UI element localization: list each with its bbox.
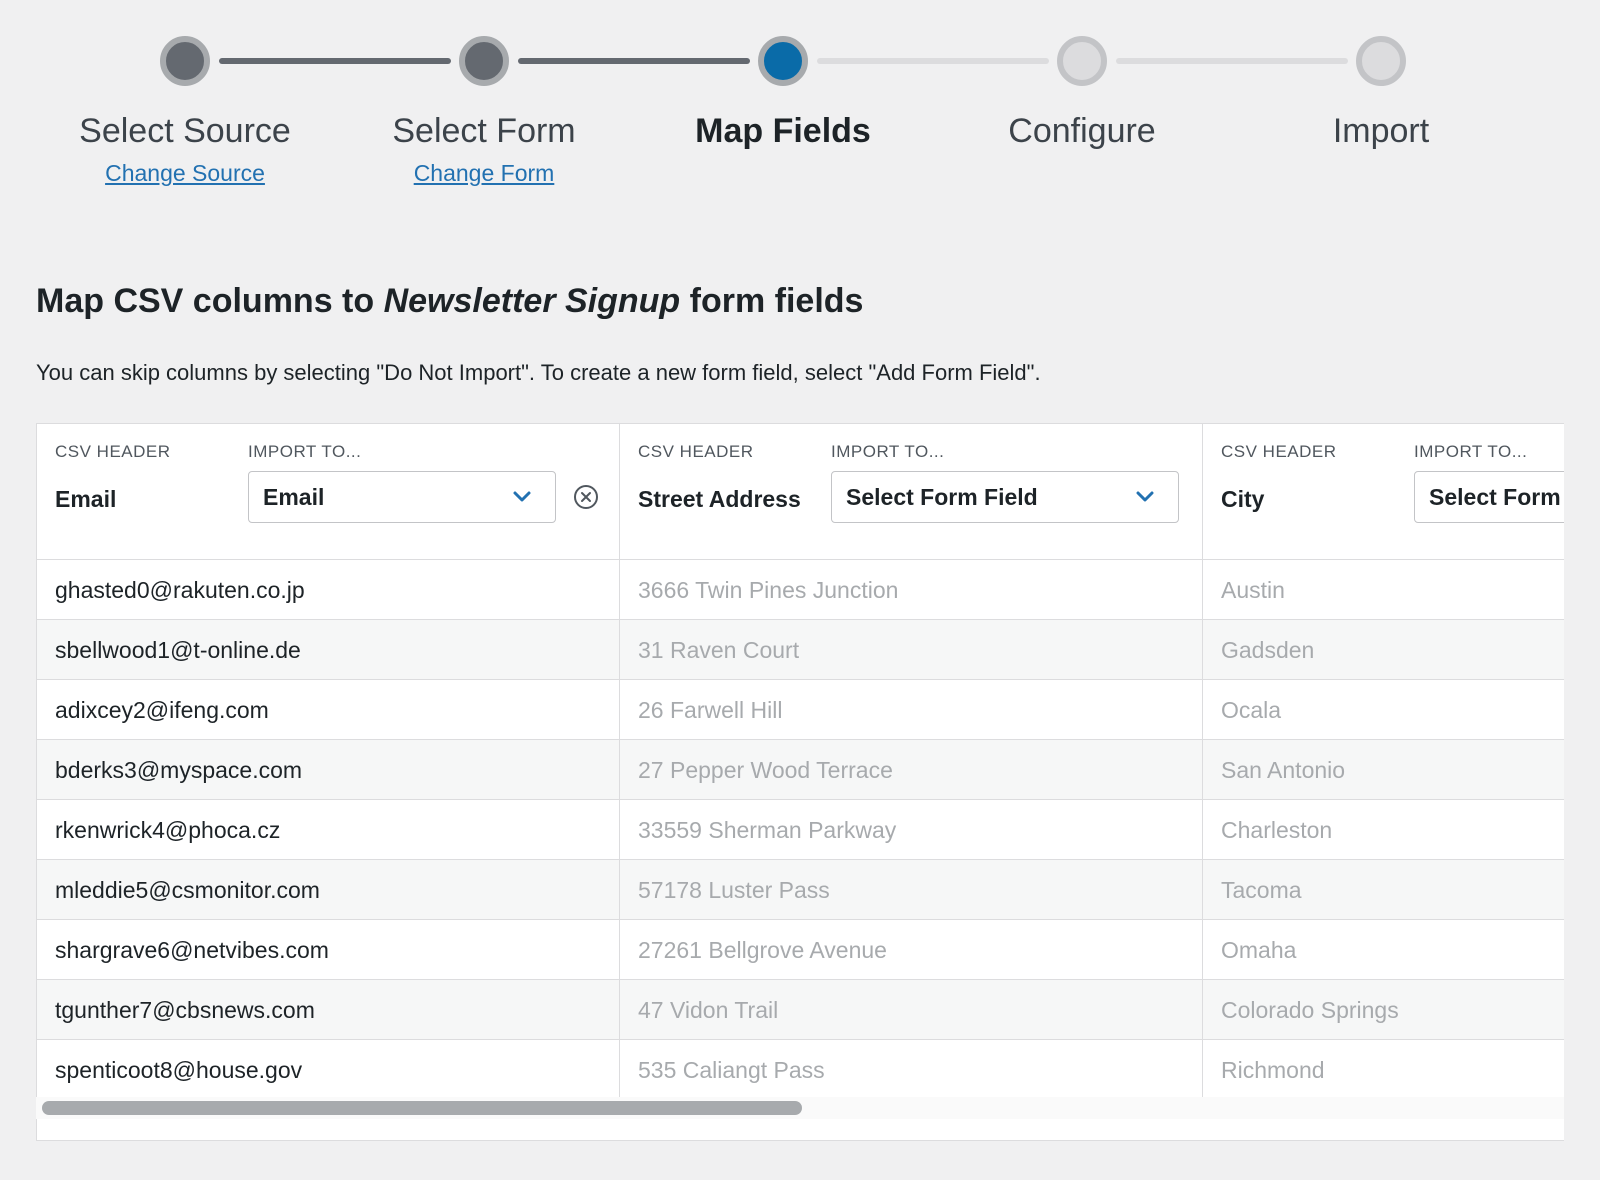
csv-header-label: CSV HEADER (55, 442, 171, 461)
chevron-down-icon (513, 491, 531, 502)
import-to-label: IMPORT TO... (831, 442, 945, 461)
csv-header-name: City (1221, 486, 1265, 512)
table-cell: adixcey2@ifeng.com (37, 680, 619, 740)
mapping-column-header: CSV HEADER IMPORT TO... Email Email (37, 424, 619, 560)
table-cell: bderks3@myspace.com (37, 740, 619, 800)
table-cell: mleddie5@csmonitor.com (37, 860, 619, 920)
step-title: Import (1332, 112, 1430, 150)
table-cell: sbellwood1@t-online.de (37, 620, 619, 680)
step-dot-todo (1057, 36, 1107, 86)
import-to-label: IMPORT TO... (1414, 442, 1528, 461)
mapping-column: CSV HEADER IMPORT TO... Street Address Sele… (620, 424, 1203, 1100)
import-to-select-value: Select Form Field (846, 484, 1038, 510)
table-cell: 33559 Sherman Parkway (620, 800, 1202, 860)
table-cell: rkenwrick4@phoca.cz (37, 800, 619, 860)
table-cell: 535 Caliangt Pass (620, 1040, 1202, 1100)
table-cell: 27 Pepper Wood Terrace (620, 740, 1202, 800)
step-connector-2 (518, 58, 750, 64)
mapping-table: CSV HEADER IMPORT TO... Email Email ghasted0… (36, 423, 1564, 1141)
mapping-column: CSV HEADER IMPORT TO... City Select Form Fi… (1203, 424, 1564, 1100)
table-cell: San Antonio (1203, 740, 1564, 800)
import-to-select-value: Select Form Field (1429, 484, 1564, 510)
step-title: Select Form (392, 112, 576, 150)
table-cell: 31 Raven Court (620, 620, 1202, 680)
mapping-column-header: CSV HEADER IMPORT TO... Street Address Sele… (620, 424, 1202, 560)
mapping-column: CSV HEADER IMPORT TO... Email Email ghasted0… (37, 424, 620, 1100)
import-to-select[interactable]: Select Form Field (831, 471, 1179, 523)
clear-circle-icon[interactable] (573, 484, 599, 510)
chevron-down-icon (1136, 491, 1154, 502)
horizontal-scrollbar[interactable] (36, 1097, 1564, 1119)
csv-header-label: CSV HEADER (1221, 442, 1337, 461)
step-title: Configure (1008, 112, 1156, 150)
step-dot-current (758, 36, 808, 86)
table-cell: 27261 Bellgrove Avenue (620, 920, 1202, 980)
change-source-link[interactable]: Change Source (25, 160, 345, 187)
csv-header-name: Street Address (638, 486, 801, 512)
step-dot-done (160, 36, 210, 86)
table-cell: Tacoma (1203, 860, 1564, 920)
page-description: You can skip columns by selecting "Do No… (36, 360, 1041, 385)
table-cell: Austin (1203, 560, 1564, 620)
change-form-link[interactable]: Change Form (324, 160, 644, 187)
table-cell: ghasted0@rakuten.co.jp (37, 560, 619, 620)
table-cell: 3666 Twin Pines Junction (620, 560, 1202, 620)
table-cell: 57178 Luster Pass (620, 860, 1202, 920)
page-title-prefix: Map CSV columns to (36, 282, 384, 320)
csv-header-name: Email (55, 486, 117, 512)
table-cell: Omaha (1203, 920, 1564, 980)
table-cell: Gadsden (1203, 620, 1564, 680)
form-name: Newsletter Signup (383, 282, 681, 320)
import-to-select-value: Email (263, 484, 325, 510)
step-dot-todo (1356, 36, 1406, 86)
mapping-column-header: CSV HEADER IMPORT TO... City Select Form Fi… (1203, 424, 1564, 560)
import-to-select[interactable]: Select Form Field (1414, 471, 1564, 523)
scrollbar-thumb[interactable] (42, 1101, 802, 1115)
csv-header-label: CSV HEADER (638, 442, 754, 461)
table-cell: tgunther7@cbsnews.com (37, 980, 619, 1040)
table-cell: Colorado Springs (1203, 980, 1564, 1040)
step-title: Select Source (79, 112, 291, 150)
table-cell: 26 Farwell Hill (620, 680, 1202, 740)
step-title: Map Fields (695, 112, 871, 150)
step-connector-1 (219, 58, 451, 64)
import-to-select[interactable]: Email (248, 471, 556, 523)
table-cell: spenticoot8@house.gov (37, 1040, 619, 1100)
step-dot-done (459, 36, 509, 86)
import-stepper: Select Source Change Source Select Form … (0, 0, 1600, 220)
step-connector-4 (1116, 58, 1348, 64)
table-cell: shargrave6@netvibes.com (37, 920, 619, 980)
table-cell: Ocala (1203, 680, 1564, 740)
step-connector-3 (817, 58, 1049, 64)
page-title: Map CSV columns to Newsletter Signup for… (36, 282, 863, 321)
import-to-label: IMPORT TO... (248, 442, 362, 461)
table-cell: 47 Vidon Trail (620, 980, 1202, 1040)
page-title-suffix: form fields (680, 282, 864, 320)
table-cell: Richmond (1203, 1040, 1564, 1100)
table-cell: Charleston (1203, 800, 1564, 860)
